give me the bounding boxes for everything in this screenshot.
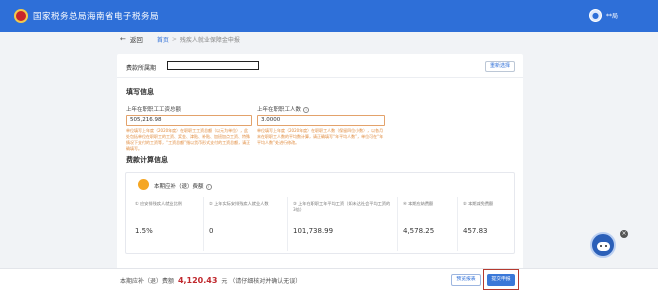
user-name: **局 <box>605 13 618 20</box>
calc-column-value: 101,738.99 <box>293 227 334 235</box>
calc-column: ② 上年实际安排残疾人就业人数 0 <box>204 197 288 251</box>
headcount-hint: 单位填写上年度（2020年度）在职职工人数（保留四位小数），以各月末在职职工人数… <box>257 128 384 145</box>
salary-label: 上年在职职工工资总额 <box>126 107 182 113</box>
calc-column: ③ 上年在职职工年平均工资（如未达社会平均工资的3倍） 101,738.99 <box>288 197 398 251</box>
calc-column-head: ③ 上年在职职工年平均工资（如未达社会平均工资的3倍） <box>293 201 391 212</box>
breadcrumb: ← 返回 首页 > 残疾人就业保障金申报 <box>120 32 240 46</box>
assistant-mascot-icon[interactable] <box>590 232 616 258</box>
calc-column: ④ 本期应纳费额 4,578.25 <box>398 197 458 251</box>
headcount-label-wrap: 上年在职职工人数 i <box>257 105 310 113</box>
calc-column: ⑤ 本期减免费额 457.83 <box>458 197 512 251</box>
calc-panel: 本期应补（退）费额 i ① 应安排残疾人就业比例 1.5% ② 上年实际安排残疾人… <box>125 172 515 254</box>
footer-label: 本期应补（退）费额 <box>120 278 175 285</box>
calc-column-head: ① 应安排残疾人就业比例 <box>135 201 182 206</box>
period-label: 费款所属期 <box>126 65 157 72</box>
calc-column-head: ④ 本期应纳费额 <box>403 201 434 206</box>
mascot-face <box>597 242 610 251</box>
calc-column: ① 应安排残疾人就业比例 1.5% <box>130 197 204 251</box>
footer-note: （请仔细核对并确认无误） <box>229 278 302 285</box>
period-row: 费款所属期 重新选择 <box>117 54 523 78</box>
tax-emblem-icon <box>14 9 28 23</box>
calc-column-value: 4,578.25 <box>403 227 435 235</box>
calc-column-head: ② 上年实际安排残疾人就业人数 <box>209 201 269 206</box>
salary-input[interactable]: 505,216.98 <box>126 115 252 126</box>
calc-subtitle: 本期应补（退）费额 <box>154 184 204 190</box>
headcount-input[interactable]: 3.0000 <box>257 115 385 126</box>
breadcrumb-separator: > <box>171 35 177 43</box>
close-icon[interactable]: × <box>620 230 628 238</box>
back-arrow-icon[interactable]: ← <box>120 35 126 43</box>
calc-column-value: 1.5% <box>135 227 153 235</box>
calc-column-head: ⑤ 本期减免费额 <box>463 201 494 206</box>
breadcrumb-current: 残疾人就业保障金申报 <box>179 36 240 44</box>
calc-section-title: 费款计算信息 <box>126 156 168 164</box>
mascot-eye <box>600 245 602 247</box>
declaration-card: 费款所属期 重新选择 填写信息 上年在职职工工资总额 505,216.98 单位… <box>117 54 523 270</box>
period-value-redacted <box>167 61 259 70</box>
mascot-eye <box>605 245 607 247</box>
footer-bar: 本期应补（退）费额 4,120.43 元 （请仔细核对并确认无误） 预览报表 提… <box>0 268 658 291</box>
calc-subtitle-wrap: 本期应补（退）费额 i <box>154 182 212 190</box>
footer-summary: 本期应补（退）费额 4,120.43 元 （请仔细核对并确认无误） <box>120 276 301 285</box>
headcount-label: 上年在职职工人数 <box>257 107 302 113</box>
info-icon[interactable]: i <box>303 106 310 113</box>
user-avatar-icon: ● <box>588 9 602 22</box>
calc-grid: ① 应安排残疾人就业比例 1.5% ② 上年实际安排残疾人就业人数 0 ③ 上年… <box>130 197 512 251</box>
fill-section-title: 填写信息 <box>126 88 154 96</box>
calc-column-value: 457.83 <box>463 227 488 235</box>
site-title: 国家税务总局海南省电子税务局 <box>33 12 160 22</box>
top-bar: 国家税务总局海南省电子税务局 ● **局 <box>0 0 658 32</box>
preview-report-button[interactable]: 预览报表 <box>451 274 481 286</box>
brand[interactable]: 国家税务总局海南省电子税务局 <box>14 9 159 23</box>
info-icon[interactable]: i <box>205 183 212 190</box>
submit-declaration-button[interactable]: 提交申报 <box>487 274 515 286</box>
footer-amount: 4,120.43 <box>177 276 218 285</box>
amount-indicator-icon <box>138 179 149 190</box>
calc-column-value: 0 <box>209 227 214 235</box>
user-menu[interactable]: ● **局 <box>588 9 618 22</box>
breadcrumb-home[interactable]: 首页 <box>157 35 169 44</box>
reselect-button[interactable]: 重新选择 <box>485 61 515 72</box>
footer-unit: 元 <box>221 278 228 285</box>
back-button[interactable]: 返回 <box>130 34 143 44</box>
salary-hint: 单位填写上年度（2020年度）在职职工工资总额（以元为单位），此处包括单位在职职… <box>126 128 251 151</box>
